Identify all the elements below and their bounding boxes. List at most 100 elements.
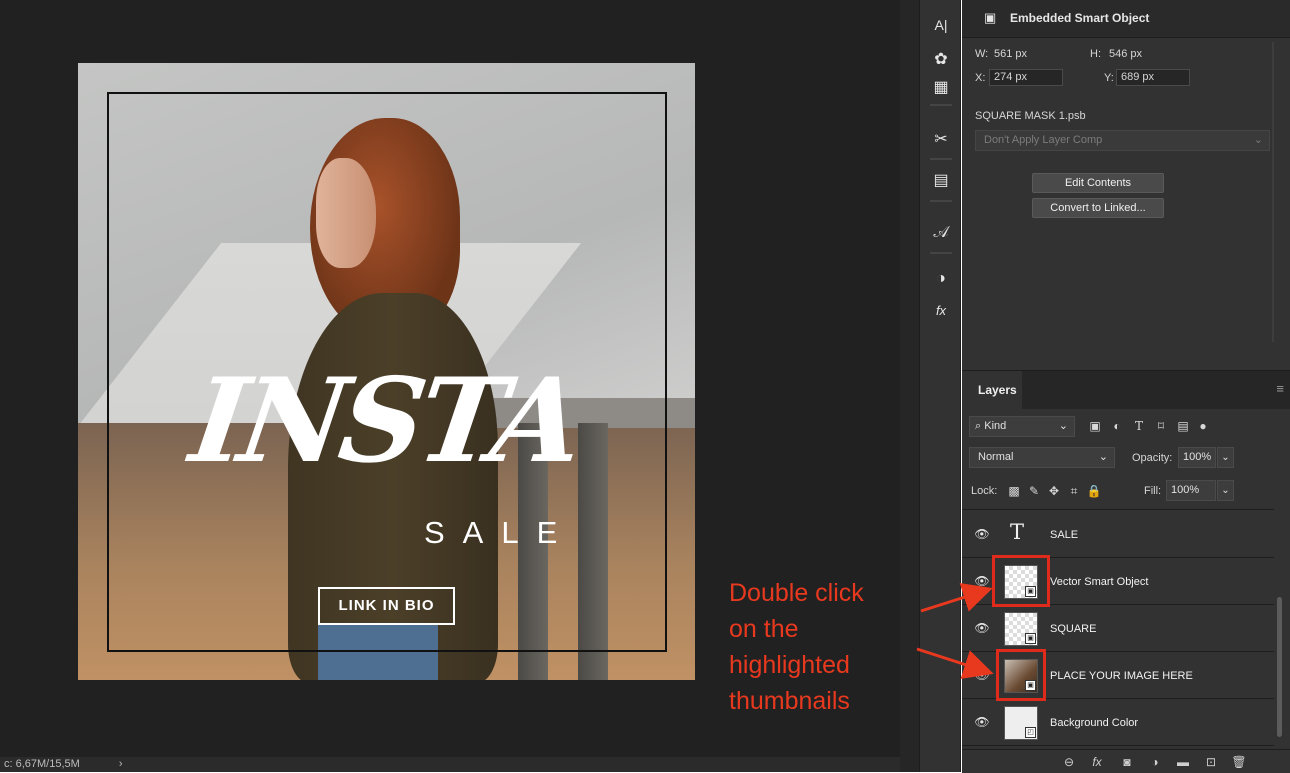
filter-row: ⌕ Kind ⌄ ▣ ◐ T ⌑ ▤ ● <box>967 415 1285 437</box>
properties-panel: ▣ Embedded Smart Object W: 561 px H: 546… <box>962 0 1290 370</box>
color-palette-icon[interactable]: ✿ <box>928 49 954 71</box>
layer-thumbnail[interactable]: ◰ <box>1004 706 1038 740</box>
layer-row-sale[interactable]: 👁 T SALE <box>962 512 1274 558</box>
opacity-label: Opacity: <box>1132 452 1173 464</box>
fill-field[interactable]: 100% <box>1166 480 1216 501</box>
filter-shape-icon[interactable]: ⌑ <box>1153 417 1169 435</box>
eye-icon[interactable]: 👁 <box>974 667 990 683</box>
separator <box>930 252 952 254</box>
h-label: H: <box>1090 48 1101 60</box>
new-layer-icon[interactable]: ⊡ <box>1202 754 1220 770</box>
eye-icon[interactable]: 👁 <box>974 573 990 589</box>
edit-contents-button[interactable]: Edit Contents <box>1032 173 1164 193</box>
kind-value: Kind <box>984 420 1007 432</box>
layer-row-background-color[interactable]: 👁 ◰ Background Color <box>962 700 1274 746</box>
filter-toggle-icon[interactable]: ● <box>1195 417 1211 435</box>
kind-filter-select[interactable]: ⌕ Kind ⌄ <box>969 416 1075 437</box>
table-icon[interactable]: ▦ <box>928 77 954 99</box>
lock-all-icon[interactable]: 🔒 <box>1086 481 1102 501</box>
layers-footer: ⊖ fx ◙ ◑ ▬ ⊡ 🗑 <box>962 749 1290 773</box>
properties-scrollbar[interactable] <box>1272 42 1274 342</box>
layer-mask-icon[interactable]: ◙ <box>1118 754 1136 770</box>
layer-thumbnail[interactable]: ▣ <box>1004 612 1038 646</box>
tab-layers[interactable]: Layers <box>962 371 1022 409</box>
w-label: W: <box>975 48 989 60</box>
adjustments-icon[interactable]: ◑ <box>928 268 954 290</box>
fill-layer-badge-icon: ◰ <box>1025 727 1036 738</box>
annotation-line: Double click <box>729 579 864 607</box>
layer-name: Background Color <box>1050 717 1139 729</box>
smart-object-badge-icon: ▣ <box>1025 633 1036 644</box>
document-canvas[interactable]: INSTA SALE LINK IN BIO <box>78 63 695 680</box>
blend-mode-select[interactable]: Normal ⌄ <box>969 447 1115 468</box>
separator <box>930 158 952 160</box>
text-layer-icon: T <box>1010 520 1025 544</box>
filter-pixel-icon[interactable]: ▣ <box>1087 417 1103 435</box>
filter-adjustment-icon[interactable]: ◐ <box>1109 417 1125 435</box>
highlight-box <box>992 555 1050 607</box>
y-position-field[interactable]: 689 px <box>1116 69 1190 86</box>
chevron-down-icon: ⌄ <box>1058 420 1068 432</box>
status-bar: c: 6,67M/15,5M › <box>0 757 900 772</box>
layer-name: PLACE YOUR IMAGE HERE <box>1050 670 1193 682</box>
chevron-down-icon: ⌄ <box>1098 451 1108 463</box>
sale-text: SALE <box>424 515 576 550</box>
lock-artboard-icon[interactable]: ⌗ <box>1066 481 1082 501</box>
status-chevron-icon[interactable]: › <box>119 758 123 770</box>
trash-icon[interactable]: 🗑 <box>1230 754 1248 770</box>
layers-scrollbar[interactable] <box>1277 597 1282 737</box>
layers-tabbar: Layers ≡ <box>962 371 1290 409</box>
h-value: 546 px <box>1109 48 1143 60</box>
x-label: X: <box>975 72 986 84</box>
paragraph-styles-icon[interactable]: ▤ <box>928 170 954 192</box>
scissors-tool-icon[interactable]: ✂ <box>928 129 954 151</box>
eye-icon[interactable]: 👁 <box>974 714 990 730</box>
adjustment-layer-icon[interactable]: ◑ <box>1146 754 1164 770</box>
glyphs-icon[interactable]: 𝒜 <box>928 222 954 244</box>
lock-pixels-icon[interactable]: ✎ <box>1026 481 1042 501</box>
doc-size-readout: c: 6,67M/15,5M <box>4 758 80 770</box>
group-folder-icon[interactable]: ▬ <box>1174 754 1192 770</box>
filter-smart-object-icon[interactable]: ▤ <box>1175 417 1191 435</box>
highlight-box <box>996 649 1046 701</box>
search-icon: ⌕ <box>975 420 982 432</box>
eye-icon[interactable]: 👁 <box>974 526 990 542</box>
opacity-field[interactable]: 100% <box>1178 447 1216 468</box>
fx-icon[interactable]: fx <box>1088 754 1106 770</box>
panel-menu-icon[interactable]: ≡ <box>1276 381 1284 396</box>
layer-name: SQUARE <box>1050 623 1097 635</box>
character-icon[interactable]: A| <box>928 14 954 36</box>
opacity-chevron-icon[interactable]: ⌄ <box>1217 447 1234 468</box>
convert-to-linked-button[interactable]: Convert to Linked... <box>1032 198 1164 218</box>
panel-icon-bar: A| ✿ ▦ ✂ ▤ 𝒜 ◑ fx <box>919 0 961 772</box>
lock-label: Lock: <box>971 485 998 497</box>
separator <box>930 200 952 202</box>
properties-header: ▣ Embedded Smart Object <box>962 0 1290 38</box>
blend-mode-value: Normal <box>978 451 1014 463</box>
layer-list: 👁 T SALE 👁 ▣ Vector Smart Object 👁 ▣ SQU… <box>962 509 1274 749</box>
filter-type-icon[interactable]: T <box>1131 417 1147 435</box>
link-in-bio-box: LINK IN BIO <box>318 587 455 625</box>
annotation-line: thumbnails <box>729 687 850 715</box>
headline-text: INSTA <box>183 353 587 489</box>
lock-transparent-icon[interactable]: ▩ <box>1006 481 1022 501</box>
instruction-annotation: Double click on the highlighted thumbnai… <box>729 575 864 719</box>
smart-object-filename: SQUARE MASK 1.psb <box>975 110 1086 122</box>
panel-collapse-strip <box>900 0 919 772</box>
annotation-line: on the <box>729 615 799 643</box>
eye-icon[interactable]: 👁 <box>974 620 990 636</box>
layer-name: SALE <box>1050 529 1079 541</box>
lock-position-icon[interactable]: ✥ <box>1046 481 1062 501</box>
layer-row-square[interactable]: 👁 ▣ SQUARE <box>962 606 1274 652</box>
fx-styles-icon[interactable]: fx <box>928 300 954 322</box>
link-layers-icon[interactable]: ⊖ <box>1060 754 1078 770</box>
w-value: 561 px <box>994 48 1028 60</box>
layer-comp-select[interactable]: Don't Apply Layer Comp ⌄ <box>975 130 1270 151</box>
fill-chevron-icon[interactable]: ⌄ <box>1217 480 1234 501</box>
fill-label: Fill: <box>1144 485 1162 497</box>
layers-panel: Layers ≡ ⌕ Kind ⌄ ▣ ◐ T ⌑ ▤ ● Normal ⌄ O… <box>962 370 1290 773</box>
layer-name: Vector Smart Object <box>1050 576 1149 588</box>
separator <box>930 104 952 106</box>
smart-object-icon: ▣ <box>984 10 997 25</box>
x-position-field[interactable]: 274 px <box>989 69 1063 86</box>
